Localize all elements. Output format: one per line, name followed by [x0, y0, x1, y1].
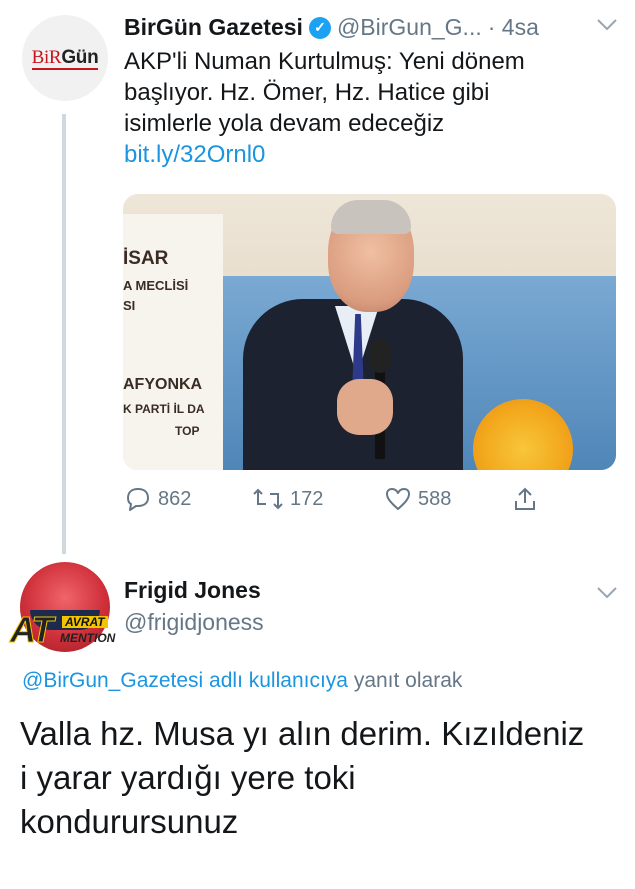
- tweet-text-line: i yarar yardığı yere toki: [20, 759, 356, 796]
- birgun-logo: BiRGün: [31, 47, 99, 70]
- chevron-down-icon[interactable]: [596, 586, 618, 605]
- tweet-text-line: kondurursunuz: [20, 803, 239, 840]
- at-mention-badge: AT AVRAT MENTION: [9, 609, 116, 650]
- share-icon: [512, 486, 538, 512]
- reply-to-link[interactable]: @BirGun_Gazetesi adlı kullanıcıya: [22, 669, 348, 692]
- reply-icon: [124, 486, 152, 512]
- like-count: 588: [418, 487, 452, 510]
- microphone-icon: [369, 339, 391, 373]
- retweet-count: 172: [290, 487, 324, 510]
- replying-to: @BirGun_Gazetesi adlı kullanıcıya yanıt …: [22, 669, 463, 692]
- tweet-text-line: AKP'li Numan Kurtulmuş: Yeni dönem: [124, 48, 525, 75]
- reply-count: 862: [158, 487, 192, 510]
- tweet-time[interactable]: · 4sa: [488, 14, 539, 41]
- author-name[interactable]: BirGün Gazetesi: [124, 14, 303, 41]
- chevron-down-icon[interactable]: [596, 18, 618, 37]
- retweet-button[interactable]: 172: [252, 486, 323, 512]
- share-button[interactable]: [512, 486, 538, 512]
- birgun-avatar[interactable]: BiRGün: [22, 15, 108, 101]
- tweet2-text: Valla hz. Musa yı alın derim. Kızıldeniz…: [20, 712, 630, 844]
- author-handle[interactable]: @BirGun_G...: [337, 14, 482, 41]
- author-handle[interactable]: @frigidjoness: [124, 609, 264, 636]
- badge-at-text: AT: [9, 609, 53, 650]
- photo-banner: İSAR A MECLİSİ SI AFYONKA K PARTİ İL DA …: [123, 214, 223, 470]
- tweet-link[interactable]: bit.ly/32Ornl0: [124, 139, 594, 170]
- tweet-photo[interactable]: İSAR A MECLİSİ SI AFYONKA K PARTİ İL DA …: [123, 194, 616, 470]
- tweet1-text: AKP'li Numan Kurtulmuş: Yeni dönem başlı…: [124, 46, 594, 170]
- thread-line: [62, 114, 66, 554]
- tweet1-header: BirGün Gazetesi ✓ @BirGun_G... · 4sa: [124, 14, 539, 41]
- retweet-icon: [252, 486, 284, 512]
- like-button[interactable]: 588: [384, 486, 451, 512]
- heart-icon: [384, 486, 412, 512]
- tweet-text-line: Valla hz. Musa yı alın derim. Kızıldeniz: [20, 715, 585, 752]
- author-name[interactable]: Frigid Jones: [124, 577, 261, 604]
- reply-button[interactable]: 862: [124, 486, 191, 512]
- tweet-text-line: isimlerle yola devam edeceğiz: [124, 110, 445, 137]
- tweet-text-line: başlıyor. Hz. Ömer, Hz. Hatice gibi: [124, 79, 490, 106]
- verified-badge-icon: ✓: [308, 16, 331, 39]
